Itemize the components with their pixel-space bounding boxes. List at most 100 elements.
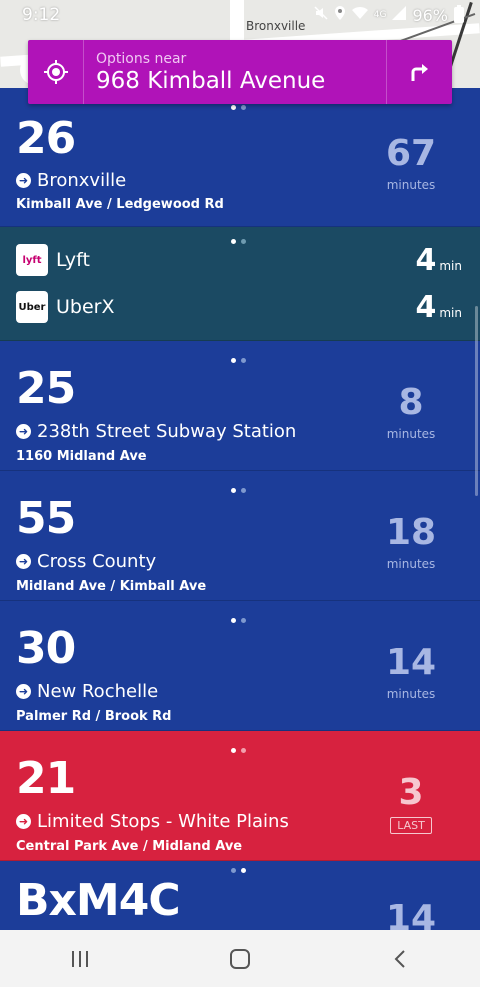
location-icon <box>334 6 346 24</box>
rideshare-name: Lyft <box>56 249 90 271</box>
rideshare-card[interactable]: lyft Lyft 4 min Uber UberX 4 min <box>0 227 480 341</box>
home-button[interactable] <box>210 939 270 979</box>
rideshare-eta: 4 min <box>415 290 462 325</box>
route-number: BxM4C <box>16 875 181 926</box>
stop-name: Midland Ave / Kimball Ave <box>16 579 207 594</box>
eta-value: 18 <box>385 512 437 553</box>
route-card[interactable]: 21 ➜ Limited Stops - White Plains Centra… <box>0 731 480 861</box>
scrollbar[interactable] <box>475 306 478 496</box>
destination-label: 238th Street Subway Station <box>37 421 297 442</box>
page-dots <box>231 748 246 753</box>
page-dot-active <box>241 868 246 873</box>
destination-label: New Rochelle <box>37 681 159 702</box>
route-card[interactable]: 26 ➜ Bronxville Kimball Ave / Ledgewood … <box>0 88 480 227</box>
route-destination: ➜ Bronxville <box>16 170 126 191</box>
page-dots <box>231 105 246 110</box>
lyft-logo-icon: lyft <box>16 244 48 276</box>
page-dot-active <box>231 748 236 753</box>
back-chevron-icon <box>394 949 405 968</box>
page-dots <box>231 358 246 363</box>
eta: 18 minutes <box>366 512 456 572</box>
destination-label: Limited Stops - White Plains <box>37 811 289 832</box>
rideshare-eta-value: 4 <box>415 242 437 278</box>
arrow-right-icon: ➜ <box>16 424 31 439</box>
eta-value: 67 <box>385 133 437 174</box>
route-card[interactable]: 55 ➜ Cross County Midland Ave / Kimball … <box>0 471 480 601</box>
page-dots <box>231 868 246 873</box>
turn-right-arrow-icon <box>411 64 428 81</box>
route-destination: ➜ 238th Street Subway Station <box>16 421 296 442</box>
route-card[interactable]: 30 ➜ New Rochelle Palmer Rd / Brook Rd 1… <box>0 601 480 731</box>
page-dots <box>231 618 246 623</box>
recent-apps-icon <box>72 950 88 967</box>
page-dots <box>231 488 246 493</box>
route-number: 30 <box>16 623 76 674</box>
route-number: 25 <box>16 363 76 414</box>
recent-apps-button[interactable] <box>50 939 110 979</box>
route-number: 26 <box>16 113 76 164</box>
page-dot <box>241 358 246 363</box>
rideshare-row-uber[interactable]: Uber UberX 4 min <box>16 290 470 325</box>
arrow-right-icon: ➜ <box>16 554 31 569</box>
wifi-icon <box>351 6 368 24</box>
stop-name: Central Park Ave / Midland Ave <box>16 839 243 854</box>
rideshare-eta-unit: min <box>439 305 462 320</box>
last-departure-badge: LAST <box>390 817 432 834</box>
status-time: 9:12 <box>22 5 61 25</box>
eta-unit: minutes <box>386 687 436 701</box>
my-location-button[interactable] <box>28 40 84 104</box>
stop-name: 1160 Midland Ave <box>16 449 147 464</box>
uber-logo-icon: Uber <box>16 291 48 323</box>
home-icon <box>230 948 250 969</box>
route-card[interactable]: 25 ➜ 238th Street Subway Station 1160 Mi… <box>0 341 480 471</box>
rideshare-eta: 4 min <box>415 243 462 278</box>
page-dot-active <box>231 488 236 493</box>
eta-value: 3 <box>398 772 424 813</box>
destination-label: Cross County <box>37 551 157 572</box>
destination-label: Bronxville <box>37 170 127 191</box>
eta: 67 minutes <box>366 133 456 193</box>
eta: 3 LAST <box>366 775 456 834</box>
eta: 14 minutes <box>366 642 456 702</box>
route-number: 55 <box>16 493 76 544</box>
route-number: 21 <box>16 753 76 804</box>
rideshare-row-lyft[interactable]: lyft Lyft 4 min <box>16 243 470 278</box>
battery-icon <box>454 5 464 23</box>
status-icons: 4G 96% <box>314 5 464 25</box>
page-dot-active <box>231 105 236 110</box>
arrow-right-icon: ➜ <box>16 173 31 188</box>
directions-button[interactable] <box>386 40 452 104</box>
page-dot <box>241 488 246 493</box>
back-button[interactable] <box>370 939 430 979</box>
route-destination: ➜ Limited Stops - White Plains <box>16 811 289 832</box>
page-dot <box>241 748 246 753</box>
rideshare-eta-value: 4 <box>415 289 437 325</box>
location-address: 968 Kimball Avenue <box>96 67 326 94</box>
rideshare-eta-unit: min <box>439 258 462 273</box>
rideshare-name: UberX <box>56 296 115 318</box>
mute-icon <box>314 6 328 24</box>
page-dot-active <box>231 618 236 623</box>
eta-value: 14 <box>385 642 437 683</box>
arrow-right-icon: ➜ <box>16 814 31 829</box>
eta: 8 minutes <box>366 382 456 442</box>
page-dot <box>231 868 236 873</box>
eta-unit: minutes <box>386 557 436 571</box>
status-bar: 9:12 4G 96% <box>0 0 480 30</box>
eta-unit: minutes <box>386 178 436 192</box>
system-nav-bar <box>0 930 480 987</box>
signal-icon <box>392 6 407 24</box>
location-card[interactable]: Options near 968 Kimball Avenue <box>28 40 452 104</box>
crosshair-icon <box>43 60 68 84</box>
eta-unit: minutes <box>386 427 436 441</box>
location-text[interactable]: Options near 968 Kimball Avenue <box>84 51 386 94</box>
eta-value: 8 <box>398 382 424 423</box>
page-dot <box>241 105 246 110</box>
transit-list[interactable]: 26 ➜ Bronxville Kimball Ave / Ledgewood … <box>0 88 480 987</box>
stop-name: Palmer Rd / Brook Rd <box>16 709 172 724</box>
location-subtitle: Options near <box>96 50 187 67</box>
page-dot <box>241 618 246 623</box>
arrow-right-icon: ➜ <box>16 684 31 699</box>
battery-percent: 96% <box>412 5 448 25</box>
stop-name: Kimball Ave / Ledgewood Rd <box>16 197 224 212</box>
